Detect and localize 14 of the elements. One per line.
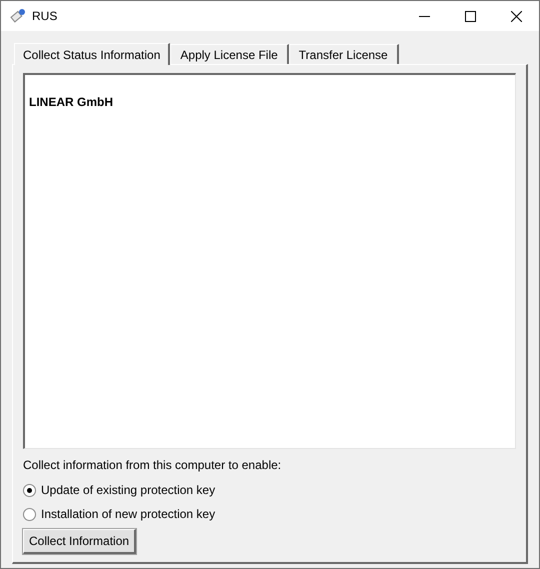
app-icon — [10, 8, 27, 24]
radio-button[interactable] — [23, 508, 36, 520]
tab[interactable]: Collect Status Information — [14, 43, 170, 65]
tab[interactable]: Transfer License — [288, 44, 399, 64]
collect-information-button[interactable]: Collect Information — [23, 529, 136, 554]
radio-option[interactable]: Update of existing protection key — [23, 482, 216, 498]
close-icon — [510, 10, 522, 22]
radio-option[interactable]: Installation of new protection key — [23, 506, 216, 522]
tab[interactable]: Apply License File — [170, 44, 289, 64]
maximize-icon — [464, 10, 476, 22]
window-title: RUS — [32, 8, 58, 25]
radio-button[interactable] — [23, 484, 36, 496]
prompt-text: Collect information from this computer to enable: — [23, 457, 282, 474]
company-name: LINEAR GmbH — [29, 95, 113, 109]
